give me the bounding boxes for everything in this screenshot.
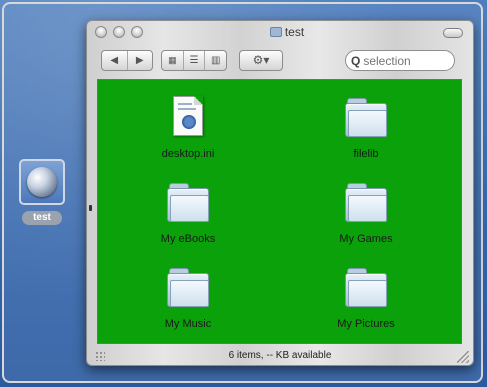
folder-icon [345,181,387,225]
disk-icon[interactable] [19,159,65,205]
folder-name: My Pictures [337,318,395,330]
action-menu-button[interactable]: ⚙▾ [239,50,283,71]
file-browser-area[interactable]: desktop.ini filelib My eBooks My Games M… [97,79,462,344]
folder-item-filelib[interactable]: filelib [311,90,421,170]
window-title: test [237,25,337,39]
folder-icon [345,266,387,310]
folder-icon [269,27,282,37]
status-bar: 6 items, -- KB available [228,350,332,361]
close-button[interactable] [95,26,107,38]
folder-icon [345,96,387,140]
folder-item-my-games[interactable]: My Games [311,175,421,255]
folder-icon [167,181,209,225]
search-icon: Q [351,53,361,68]
back-arrow-icon: ◀ [110,55,119,66]
folder-name: filelib [353,148,379,160]
globe-icon [27,167,57,197]
folder-icon [167,266,209,310]
search-input[interactable] [363,53,446,68]
folder-name: My Music [164,318,212,330]
forward-button[interactable]: ▶ [128,51,153,70]
forward-arrow-icon: ▶ [135,55,144,66]
toolbar-toggle-button[interactable] [443,28,463,38]
sidebar-resize-handle[interactable] [89,205,92,211]
folder-item-my-ebooks[interactable]: My eBooks [133,175,243,255]
back-forward-control: ◀ ▶ [101,50,153,71]
file-item-desktop-ini[interactable]: desktop.ini [133,90,243,170]
folder-item-my-pictures[interactable]: My Pictures [311,260,421,340]
back-button[interactable]: ◀ [102,51,128,70]
minimize-button[interactable] [113,26,125,38]
column-view-button[interactable]: ▥ [205,51,226,70]
icon-view-button[interactable]: ▦ [162,51,184,70]
file-name: desktop.ini [161,148,215,160]
document-icon [173,96,203,136]
list-view-button[interactable]: ☰ [184,51,206,70]
folder-name: My Games [339,233,393,245]
resize-handle[interactable] [457,351,469,363]
zoom-button[interactable] [131,26,143,38]
disk-label[interactable]: test [22,211,62,225]
view-mode-control: ▦ ☰ ▥ [161,50,227,71]
search-field[interactable]: Q [345,50,455,71]
title-bar[interactable]: test [87,21,473,45]
settings-icon [182,115,196,129]
folder-name: My eBooks [160,233,216,245]
finder-window: test ◀ ▶ ▦ ☰ ▥ ⚙▾ Q desktop.ini fil [86,20,474,366]
gear-icon: ⚙▾ [252,53,270,67]
folder-item-my-music[interactable]: My Music [133,260,243,340]
